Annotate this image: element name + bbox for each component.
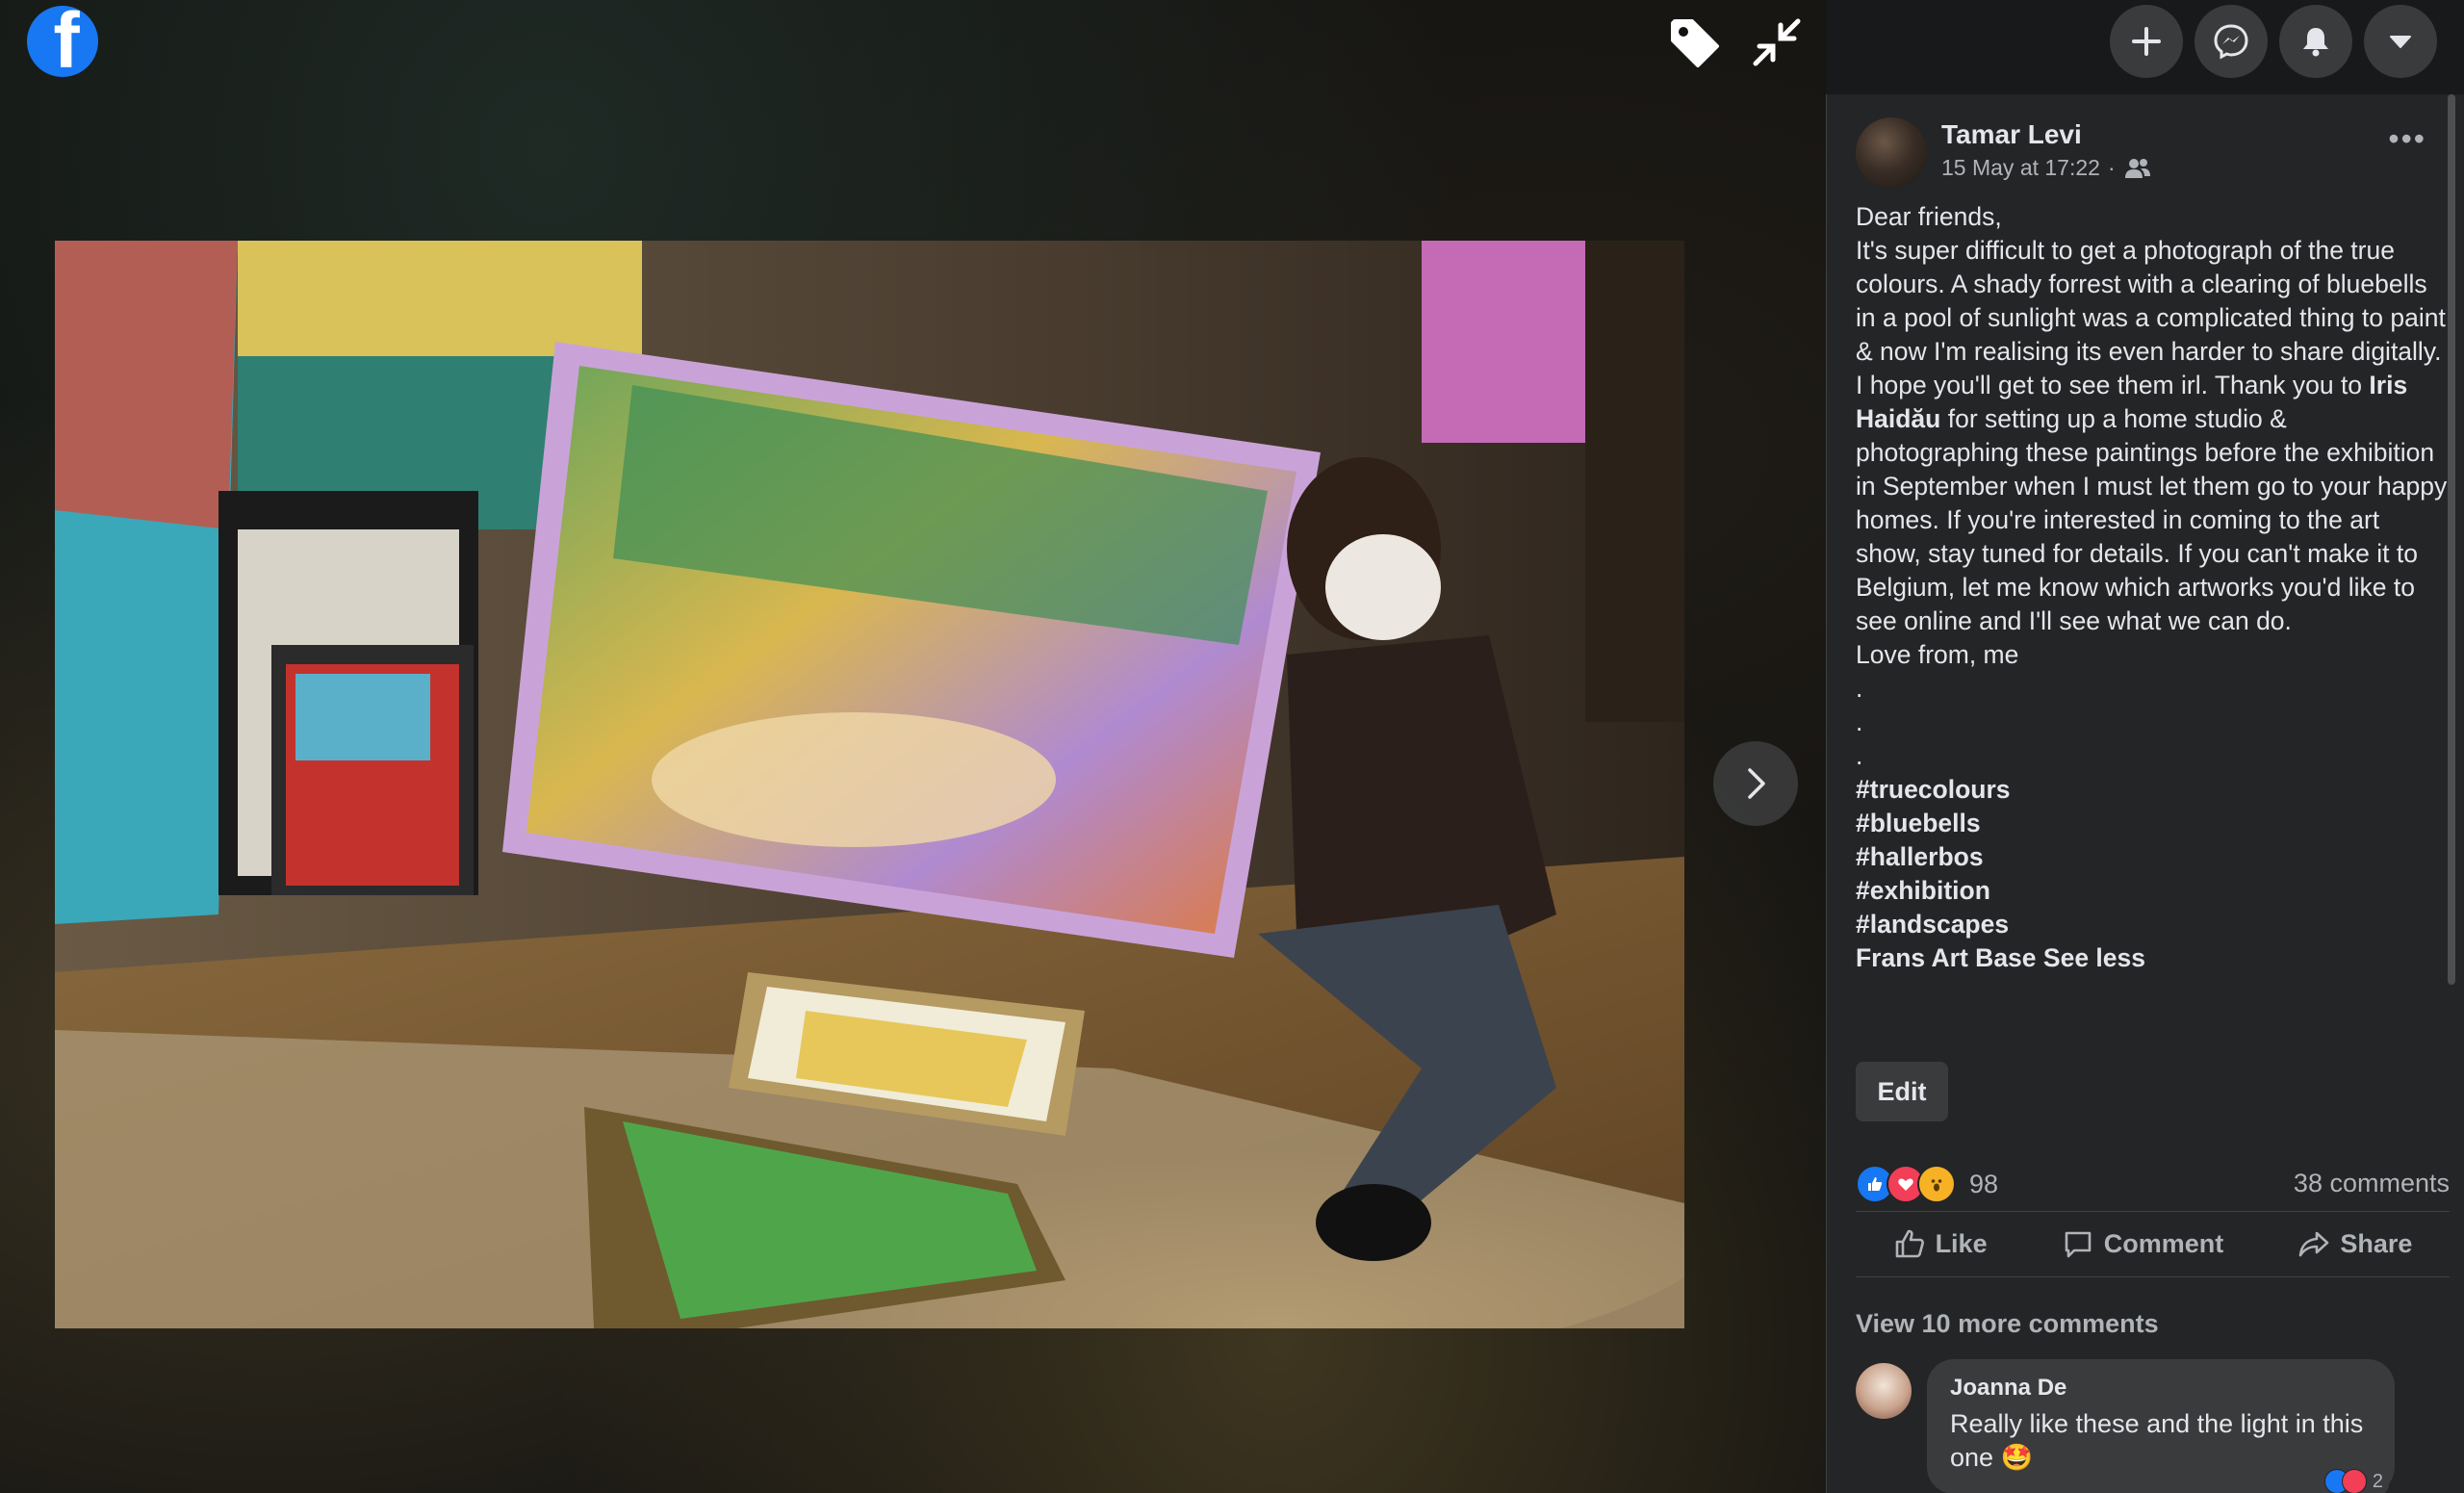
- post-body: It's super difficult to get a photograph…: [1856, 234, 2448, 638]
- post-meta: 15 May at 17:22 ·: [1941, 155, 2152, 181]
- account-menu-button[interactable]: [2364, 5, 2437, 78]
- hashtag-link[interactable]: #hallerbos: [1856, 840, 2448, 874]
- commenter-name[interactable]: Joanna De: [1950, 1375, 2372, 1402]
- page-tag-link[interactable]: Frans Art Base: [1856, 943, 2037, 972]
- share-icon: [2299, 1231, 2329, 1257]
- share-button[interactable]: Share: [2297, 1227, 2412, 1260]
- post-options-button[interactable]: •••: [2388, 123, 2426, 154]
- plus-icon: [2132, 27, 2161, 56]
- wow-reaction-icon: [1917, 1165, 1956, 1203]
- post-signoff: Love from, me: [1856, 640, 2019, 669]
- post-text: Dear friends, It's super difficult to ge…: [1856, 200, 2448, 975]
- comment-bubble: Joanna De Really like these and the ligh…: [1927, 1359, 2395, 1493]
- author-avatar[interactable]: [1856, 117, 1927, 189]
- like-label: Like: [1935, 1228, 1988, 1258]
- meta-separator: ·: [2107, 155, 2116, 180]
- hashtag-link[interactable]: #landscapes: [1856, 908, 2448, 941]
- hashtag-link[interactable]: #bluebells: [1856, 807, 2448, 840]
- comment-label: Comment: [2103, 1228, 2224, 1258]
- comment-reaction-count: 2: [2372, 1470, 2383, 1492]
- caret-down-icon: [2390, 36, 2411, 48]
- reactions-summary[interactable]: 98: [1856, 1165, 1998, 1203]
- post-dot: .: [1856, 741, 1863, 770]
- hashtag-link[interactable]: #truecolours: [1856, 773, 2448, 807]
- edit-post-button[interactable]: Edit: [1856, 1062, 1948, 1121]
- post-tags-line: Frans Art Base See less: [1856, 941, 2448, 975]
- like-button[interactable]: Like: [1893, 1227, 1988, 1260]
- messenger-button[interactable]: [2194, 5, 2268, 78]
- share-label: Share: [2340, 1228, 2413, 1258]
- tag-icon: [1671, 19, 1719, 67]
- view-more-comments-link[interactable]: View 10 more comments: [1856, 1309, 2159, 1339]
- comment-button[interactable]: Comment: [2062, 1227, 2224, 1260]
- comment-icon: [2065, 1231, 2092, 1258]
- post-dot: .: [1856, 674, 1863, 703]
- post-photo[interactable]: [55, 241, 1684, 1328]
- love-reaction-icon: [2341, 1469, 2367, 1493]
- post-greeting: Dear friends,: [1856, 202, 2002, 231]
- tag-photo-button[interactable]: [1665, 13, 1723, 71]
- bell-icon: [2303, 28, 2328, 57]
- post-actions: Like Comment Share: [1856, 1211, 2450, 1276]
- comments-count[interactable]: 38 comments: [2294, 1169, 2450, 1198]
- collapse-icon: [1753, 18, 1801, 66]
- post-timestamp[interactable]: 15 May at 17:22: [1941, 155, 2100, 181]
- hashtag-link[interactable]: #exhibition: [1856, 874, 2448, 908]
- next-photo-button[interactable]: [1713, 741, 1798, 826]
- author-name[interactable]: Tamar Levi: [1941, 119, 2082, 150]
- exit-fullscreen-button[interactable]: [1748, 13, 1806, 71]
- thumbs-up-icon: [1895, 1229, 1924, 1258]
- reaction-count: 98: [1969, 1169, 1999, 1198]
- divider: [1856, 1276, 2450, 1277]
- commenter-avatar[interactable]: [1856, 1363, 1912, 1419]
- panel-scrollbar[interactable]: [2448, 94, 2455, 985]
- create-button[interactable]: [2110, 5, 2183, 78]
- see-less-link[interactable]: See less: [2043, 943, 2145, 972]
- post-body-text-continued: for setting up a home studio & photograp…: [1856, 404, 2448, 635]
- photo-viewer: f: [0, 0, 1826, 1493]
- facebook-logo-glyph: f: [53, 6, 80, 77]
- friends-icon[interactable]: [2123, 157, 2152, 180]
- post-body-text: It's super difficult to get a photograph…: [1856, 236, 2446, 399]
- post-side-panel: Tamar Levi 15 May at 17:22 · ••• Dear fr…: [1826, 94, 2464, 1493]
- post-dot: .: [1856, 708, 1863, 736]
- comment-reactions[interactable]: 2: [2318, 1467, 2389, 1493]
- notifications-button[interactable]: [2279, 5, 2352, 78]
- facebook-logo[interactable]: f: [27, 6, 98, 77]
- messenger-icon: [2214, 24, 2248, 60]
- comment-text: Really like these and the light in this …: [1950, 1409, 2364, 1472]
- chevron-right-icon: [1748, 768, 1765, 799]
